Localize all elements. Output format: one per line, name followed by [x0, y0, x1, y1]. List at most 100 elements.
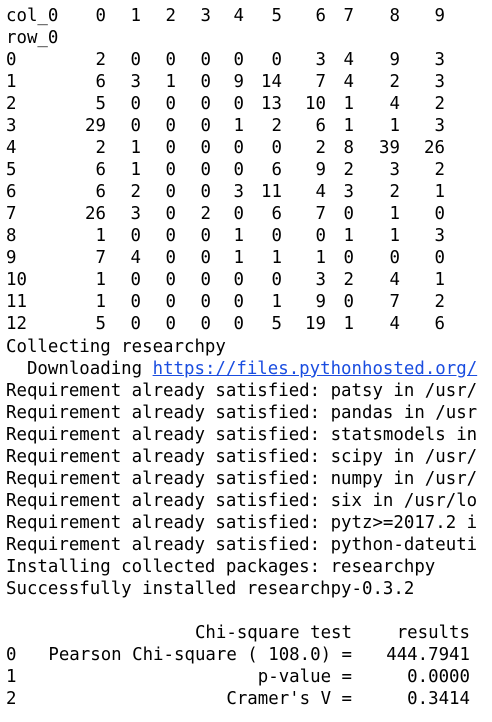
crosstab-cell: 3	[434, 116, 445, 136]
pip-requirement-line: Requirement already satisfied: six in /u…	[6, 491, 478, 511]
crosstab-cell: 0	[271, 270, 282, 290]
crosstab-cell: 1	[95, 292, 106, 312]
crosstab-cell: 13	[261, 94, 282, 114]
crosstab-row-label: 12	[6, 314, 27, 334]
pip-requirement-line: Requirement already satisfied: patsy in …	[6, 381, 478, 401]
crosstab-cell: 0	[200, 138, 211, 158]
pip-requirement-line: Requirement already satisfied: scipy in …	[6, 447, 478, 467]
crosstab-cell: 2	[389, 72, 400, 92]
crosstab-cell: 39	[379, 138, 400, 158]
crosstab-cell: 0	[165, 314, 176, 334]
crosstab-cell: 2	[200, 204, 211, 224]
results-table-header: Chi-square test results	[6, 622, 492, 644]
crosstab-cell: 9	[389, 50, 400, 70]
crosstab-row: 97400111000	[6, 247, 492, 269]
crosstab-cell: 0	[200, 248, 211, 268]
crosstab-cell: 3	[233, 182, 244, 202]
pip-requirement-line: Requirement already satisfied: numpy in …	[6, 469, 478, 489]
crosstab-column-header: 3	[200, 6, 211, 26]
crosstab-cell: 0	[165, 248, 176, 268]
crosstab-cell: 5	[271, 314, 282, 334]
crosstab-cell: 6	[95, 182, 106, 202]
crosstab-cell: 3	[130, 204, 141, 224]
crosstab-cell: 0	[200, 226, 211, 246]
crosstab-cell: 0	[165, 226, 176, 246]
crosstab-cell: 4	[343, 50, 354, 70]
crosstab-row-label: 10	[6, 270, 27, 290]
crosstab-row-label: 9	[6, 248, 17, 268]
crosstab-cell: 2	[434, 160, 445, 180]
crosstab-cell: 5	[95, 314, 106, 334]
crosstab-cell: 0	[200, 160, 211, 180]
crosstab-column-header: 8	[389, 6, 400, 26]
crosstab-cell: 6	[315, 116, 326, 136]
crosstab-cell: 7	[315, 72, 326, 92]
pip-download-link[interactable]: https://files.pythonhosted.org/	[153, 359, 478, 379]
crosstab-cell: 1	[130, 160, 141, 180]
crosstab-cell: 2	[315, 138, 326, 158]
crosstab-cell: 1	[95, 226, 106, 246]
crosstab-cell: 0	[200, 270, 211, 290]
pip-downloading-prefix: Downloading	[6, 359, 153, 379]
crosstab-cell: 0	[130, 116, 141, 136]
crosstab-cell: 0	[343, 292, 354, 312]
crosstab-cell: 3	[130, 72, 141, 92]
crosstab-row-label: 4	[6, 138, 17, 158]
crosstab-row-label: 6	[6, 182, 17, 202]
pip-requirement-line: Requirement already satisfied: statsmode…	[6, 425, 478, 445]
crosstab-cell: 4	[389, 94, 400, 114]
crosstab-cell: 0	[200, 94, 211, 114]
crosstab-cell: 0	[233, 270, 244, 290]
crosstab-column-header: 5	[271, 6, 282, 26]
crosstab-cell: 0	[165, 94, 176, 114]
crosstab-cell: 0	[200, 50, 211, 70]
crosstab-cell: 2	[343, 270, 354, 290]
crosstab-cell: 0	[165, 292, 176, 312]
results-row: 1 p-value = 0.0000	[6, 666, 492, 688]
crosstab-row-label: 0	[6, 50, 17, 70]
crosstab-column-header-row: col_0 0 1 2 3 4 5 6 7 8 9	[6, 5, 492, 27]
crosstab-cell: 2	[434, 292, 445, 312]
crosstab-cell: 11	[261, 182, 282, 202]
crosstab-cell: 4	[389, 270, 400, 290]
pip-requirement-line: Requirement already satisfied: pandas in…	[6, 403, 478, 423]
crosstab-cell: 0	[165, 182, 176, 202]
crosstab-cell: 0	[130, 270, 141, 290]
crosstab-row-axis-label: row_0	[6, 28, 59, 48]
crosstab-column-header: 9	[434, 6, 445, 26]
crosstab-row-label: 11	[6, 292, 27, 312]
results-header-test: Chi-square test	[194, 623, 352, 643]
crosstab-cell: 1	[343, 226, 354, 246]
crosstab-cell: 0	[200, 116, 211, 136]
pip-collecting-line: Collecting researchpy	[6, 337, 226, 357]
results-row-value: 0.3414	[407, 689, 470, 709]
crosstab-cell: 1	[130, 138, 141, 158]
crosstab-cell: 0	[434, 248, 445, 268]
crosstab-cell: 1	[343, 94, 354, 114]
crosstab-cell: 0	[200, 72, 211, 92]
crosstab-row-label: 5	[6, 160, 17, 180]
crosstab-cell: 1	[389, 204, 400, 224]
crosstab-cell: 3	[389, 160, 400, 180]
crosstab-cell: 0	[233, 94, 244, 114]
crosstab-column-header: 2	[165, 6, 176, 26]
crosstab-cell: 0	[343, 204, 354, 224]
crosstab-cell: 0	[130, 292, 141, 312]
crosstab-cell: 0	[389, 248, 400, 268]
crosstab-cell: 6	[95, 160, 106, 180]
crosstab-cell: 0	[315, 226, 326, 246]
crosstab-cell: 0	[271, 50, 282, 70]
crosstab-row-axis-header: row_0	[6, 27, 492, 49]
crosstab-row: 11 1 0 0 0 0 1 9 0 7 2	[6, 291, 492, 313]
results-row: 2 Cramer's V = 0.3414	[6, 688, 492, 710]
crosstab-row-label: 2	[6, 94, 17, 114]
crosstab-row: 12 5 0 0 0 0 5 19 1 4 6	[6, 313, 492, 335]
crosstab-cell: 4	[315, 182, 326, 202]
crosstab-column-header: 6	[315, 6, 326, 26]
crosstab-cell: 8	[343, 138, 354, 158]
crosstab-cell: 0	[271, 138, 282, 158]
crosstab-cell: 2	[95, 50, 106, 70]
crosstab-row: 10 1 0 0 0 0 0 3 2 4 1	[6, 269, 492, 291]
crosstab-cell: 0	[200, 182, 211, 202]
crosstab-cell: 9	[233, 72, 244, 92]
